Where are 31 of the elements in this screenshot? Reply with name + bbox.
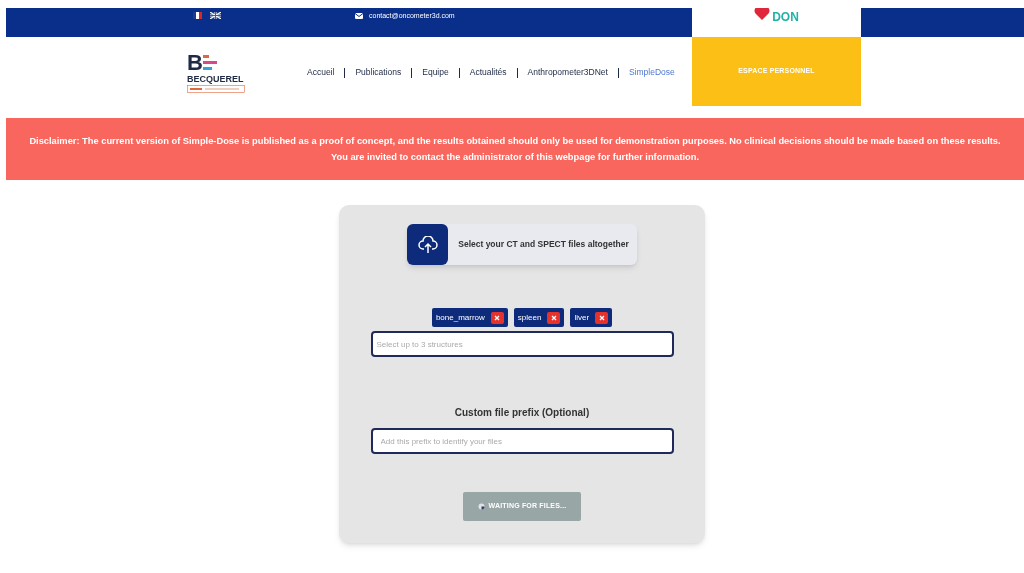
- envelope-icon: [355, 13, 363, 20]
- partner-logo-icon: [187, 85, 245, 94]
- close-icon: [598, 314, 605, 321]
- tag-label: bone_marrow: [435, 311, 485, 324]
- french-flag-icon[interactable]: [193, 12, 202, 19]
- heart-icon: [754, 8, 771, 20]
- prefix-label: Custom file prefix (Optional): [454, 406, 590, 420]
- nav-link[interactable]: Actualités: [469, 66, 507, 79]
- nav-link[interactable]: Anthropometer3DNet: [527, 66, 608, 79]
- close-icon: [550, 314, 557, 321]
- nav-link[interactable]: Equipe: [422, 66, 449, 79]
- donate-big-text: DON: [772, 11, 799, 23]
- cloud-upload-icon: [417, 235, 438, 254]
- remove-tag-button[interactable]: [595, 311, 609, 324]
- remove-tag-button[interactable]: [547, 311, 561, 324]
- nav-link[interactable]: SimpleDose: [628, 66, 675, 79]
- uk-flag-icon[interactable]: [210, 12, 221, 19]
- close-icon: [494, 314, 501, 321]
- prefix-field[interactable]: Add this prefix to identify your files: [370, 428, 674, 454]
- spinner-icon: [477, 503, 485, 510]
- logo-stripes-icon: [202, 53, 217, 72]
- logo-name: BECQUEREL: [187, 73, 244, 86]
- tag-label: spleen: [517, 311, 542, 324]
- logo-letter: B: [187, 51, 203, 74]
- tag-label: liver: [574, 311, 590, 324]
- nav-link[interactable]: Publications: [355, 66, 402, 79]
- upload-button[interactable]: Select your CT and SPECT files altogether: [407, 224, 637, 265]
- structures-field[interactable]: Select up to 3 structures: [370, 331, 674, 357]
- remove-tag-button[interactable]: [490, 311, 504, 324]
- nav-link[interactable]: Accueil: [307, 66, 335, 79]
- disclaimer-text: Disclaimer: The current version of Simple-Dose is published as a proof of concept, and the results obtained should only be used for demonstration purposes. No clinical decisions should be made based on these results. You are invited to contact the administrator of this webpage for further information.: [28, 135, 1002, 164]
